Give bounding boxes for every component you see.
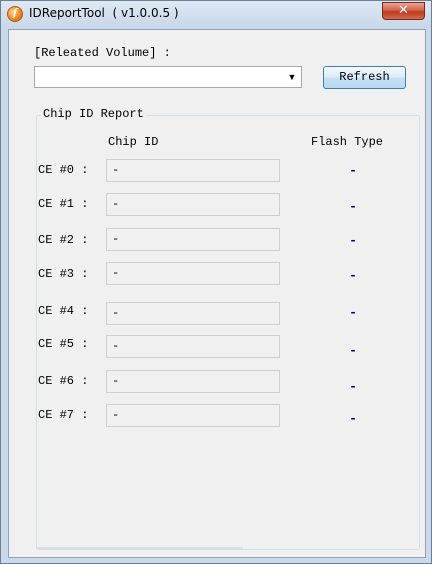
- title-bar[interactable]: f IDReportTool ( v1.0.0.5 ) ✕: [1, 1, 431, 28]
- app-logo-icon: f: [7, 6, 23, 22]
- flash-type-value: -: [349, 268, 357, 283]
- ce-label: CE #2 :: [38, 233, 89, 247]
- flash-type-value: -: [349, 233, 357, 248]
- chip-id-field[interactable]: -: [106, 335, 280, 358]
- ce-label: CE #0 :: [38, 163, 89, 177]
- chip-id-column-header: Chip ID: [108, 135, 159, 149]
- dropdown-arrow-icon[interactable]: ▼: [285, 70, 299, 84]
- ce-label: CE #7 :: [38, 408, 89, 422]
- group-divider: [36, 547, 243, 549]
- chip-id-field[interactable]: -: [106, 159, 280, 182]
- chip-id-field[interactable]: -: [106, 262, 280, 285]
- chip-id-field[interactable]: -: [106, 193, 280, 216]
- chip-id-field[interactable]: -: [106, 228, 280, 251]
- ce-label: CE #1 :: [38, 197, 89, 211]
- flash-type-value: -: [349, 379, 357, 394]
- flash-type-value: -: [349, 343, 357, 358]
- chip-id-field[interactable]: -: [106, 370, 280, 393]
- volume-select[interactable]: ▼: [34, 66, 302, 88]
- ce-label: CE #3 :: [38, 267, 89, 281]
- chip-id-field[interactable]: -: [106, 302, 280, 325]
- ce-label: CE #4 :: [38, 304, 89, 318]
- flash-type-value: -: [349, 163, 357, 178]
- refresh-button[interactable]: Refresh: [323, 66, 406, 89]
- ce-label: CE #6 :: [38, 374, 89, 388]
- app-window: f IDReportTool ( v1.0.0.5 ) ✕ [Releated …: [0, 0, 432, 564]
- window-title: IDReportTool ( v1.0.0.5 ): [29, 6, 179, 20]
- volume-label: [Releated Volume] :: [34, 46, 171, 60]
- client-area: [Releated Volume] : ▼ Refresh Chip ID Re…: [8, 29, 426, 558]
- flash-type-value: -: [349, 199, 357, 214]
- group-title: Chip ID Report: [41, 107, 146, 121]
- close-button[interactable]: ✕: [382, 2, 425, 20]
- flash-type-column-header: Flash Type: [311, 135, 384, 149]
- flash-type-value: -: [349, 411, 357, 426]
- ce-label: CE #5 :: [38, 337, 89, 351]
- flash-type-value: -: [349, 305, 357, 320]
- chip-id-field[interactable]: -: [106, 404, 280, 427]
